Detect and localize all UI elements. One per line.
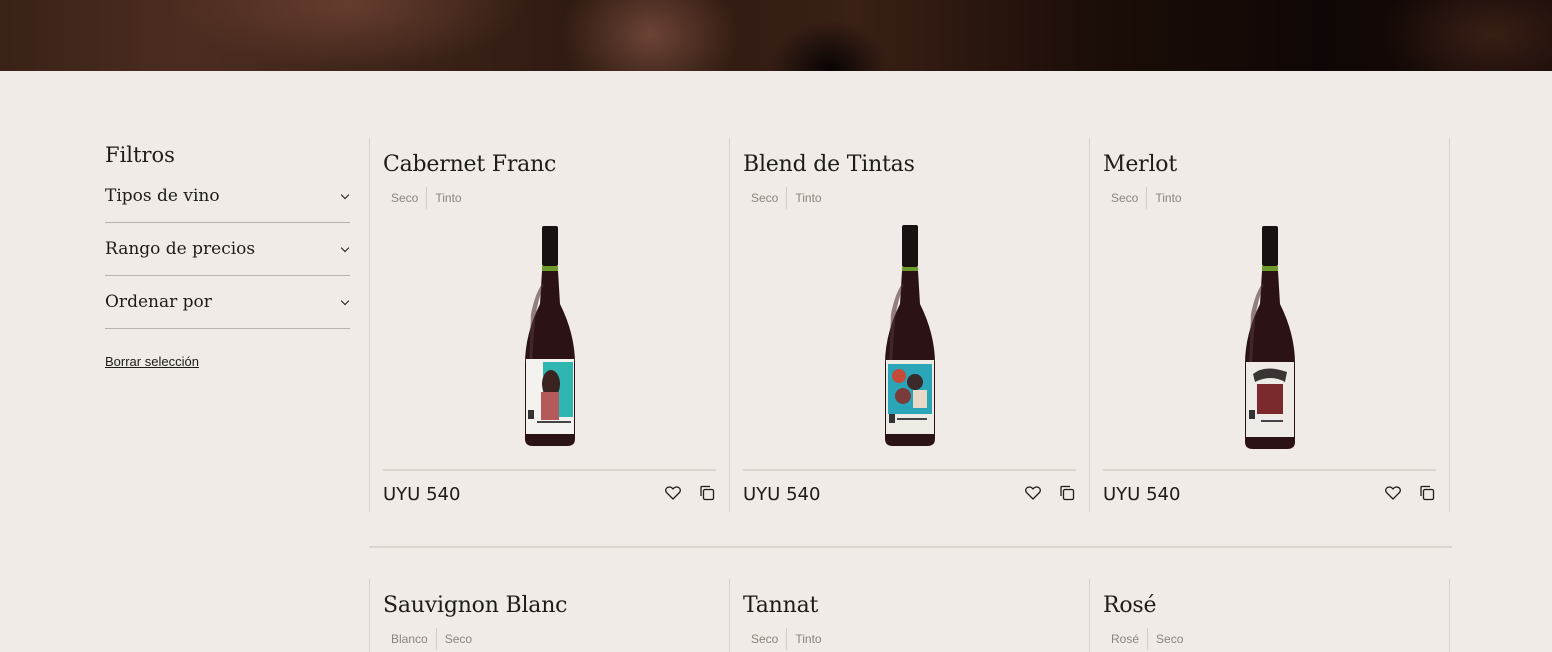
product-tag: Seco [435, 628, 480, 650]
product-tag: Seco [751, 191, 779, 205]
product-price: UYU 540 [1103, 483, 1181, 505]
product-tags: Seco Tinto [743, 186, 1076, 210]
product-image[interactable] [370, 224, 729, 454]
hero-banner-image [0, 0, 1552, 71]
product-card[interactable]: Sauvignon Blanc Blanco Seco [369, 579, 730, 652]
product-image[interactable] [730, 224, 1089, 454]
product-name: Merlot [1103, 152, 1177, 177]
heart-icon[interactable] [1024, 484, 1042, 502]
product-row: Sauvignon Blanc Blanco Seco Tannat Seco … [369, 579, 1452, 652]
product-name: Rosé [1103, 593, 1157, 618]
product-tag: Tinto [786, 187, 829, 209]
product-card[interactable]: Cabernet Franc Seco Tinto UYU 540 [369, 138, 730, 512]
product-name: Cabernet Franc [383, 152, 557, 177]
product-actions [1024, 480, 1076, 502]
chevron-down-icon [340, 191, 350, 201]
product-tag: Tinto [1146, 187, 1189, 209]
filters-title: Filtros [105, 143, 175, 167]
chevron-down-icon [340, 297, 350, 307]
chevron-down-icon [340, 244, 350, 254]
product-tags: Blanco Seco [383, 627, 716, 651]
product-footer: UYU 540 [1103, 469, 1436, 511]
product-row: Cabernet Franc Seco Tinto UYU 540 Blend … [369, 138, 1452, 512]
copy-icon[interactable] [1418, 484, 1436, 502]
row-divider [369, 546, 1452, 548]
filter-price-range[interactable]: Rango de precios [105, 223, 350, 276]
wine-bottle-image [524, 226, 575, 446]
heart-icon[interactable] [1384, 484, 1402, 502]
product-name: Sauvignon Blanc [383, 593, 568, 618]
product-tag: Seco [391, 191, 419, 205]
copy-icon[interactable] [1058, 484, 1076, 502]
product-tags: Seco Tinto [383, 186, 716, 210]
product-name: Tannat [743, 593, 819, 618]
filter-label: Ordenar por [105, 292, 212, 312]
filters-sidebar: Filtros Tipos de vino Rango de precios O… [105, 140, 350, 370]
heart-icon[interactable] [664, 484, 682, 502]
product-tag: Seco [751, 632, 779, 646]
product-card[interactable]: Rosé Rosé Seco [1089, 579, 1450, 652]
product-image[interactable] [1090, 224, 1449, 454]
filter-wine-types[interactable]: Tipos de vino [105, 170, 350, 223]
product-card[interactable]: Blend de Tintas Seco Tinto UYU 540 [729, 138, 1090, 512]
filter-label: Tipos de vino [105, 186, 220, 206]
product-footer: UYU 540 [743, 469, 1076, 511]
product-tag: Seco [1147, 628, 1191, 650]
product-price: UYU 540 [383, 483, 461, 505]
product-grid: Cabernet Franc Seco Tinto UYU 540 Blend … [369, 138, 1452, 652]
filter-sort-by[interactable]: Ordenar por [105, 276, 350, 329]
product-tag: Rosé [1111, 632, 1140, 646]
product-footer: UYU 540 [383, 469, 716, 511]
wine-bottle-image [1244, 226, 1295, 449]
copy-icon[interactable] [698, 484, 716, 502]
product-card[interactable]: Tannat Seco Tinto [729, 579, 1090, 652]
product-actions [664, 480, 716, 502]
product-tags: Seco Tinto [743, 627, 1076, 651]
product-name: Blend de Tintas [743, 152, 915, 177]
filter-label: Rango de precios [105, 239, 256, 259]
product-tag: Seco [1111, 191, 1139, 205]
product-tags: Seco Tinto [1103, 186, 1436, 210]
product-actions [1384, 480, 1436, 502]
product-tag: Tinto [786, 628, 829, 650]
product-card[interactable]: Merlot Seco Tinto UYU 540 [1089, 138, 1450, 512]
wine-bottle-image [884, 225, 935, 446]
product-tag: Tinto [426, 187, 469, 209]
product-tags: Rosé Seco [1103, 627, 1436, 651]
product-tag: Blanco [391, 632, 428, 646]
clear-selection-link[interactable]: Borrar selección [105, 354, 199, 369]
product-price: UYU 540 [743, 483, 821, 505]
